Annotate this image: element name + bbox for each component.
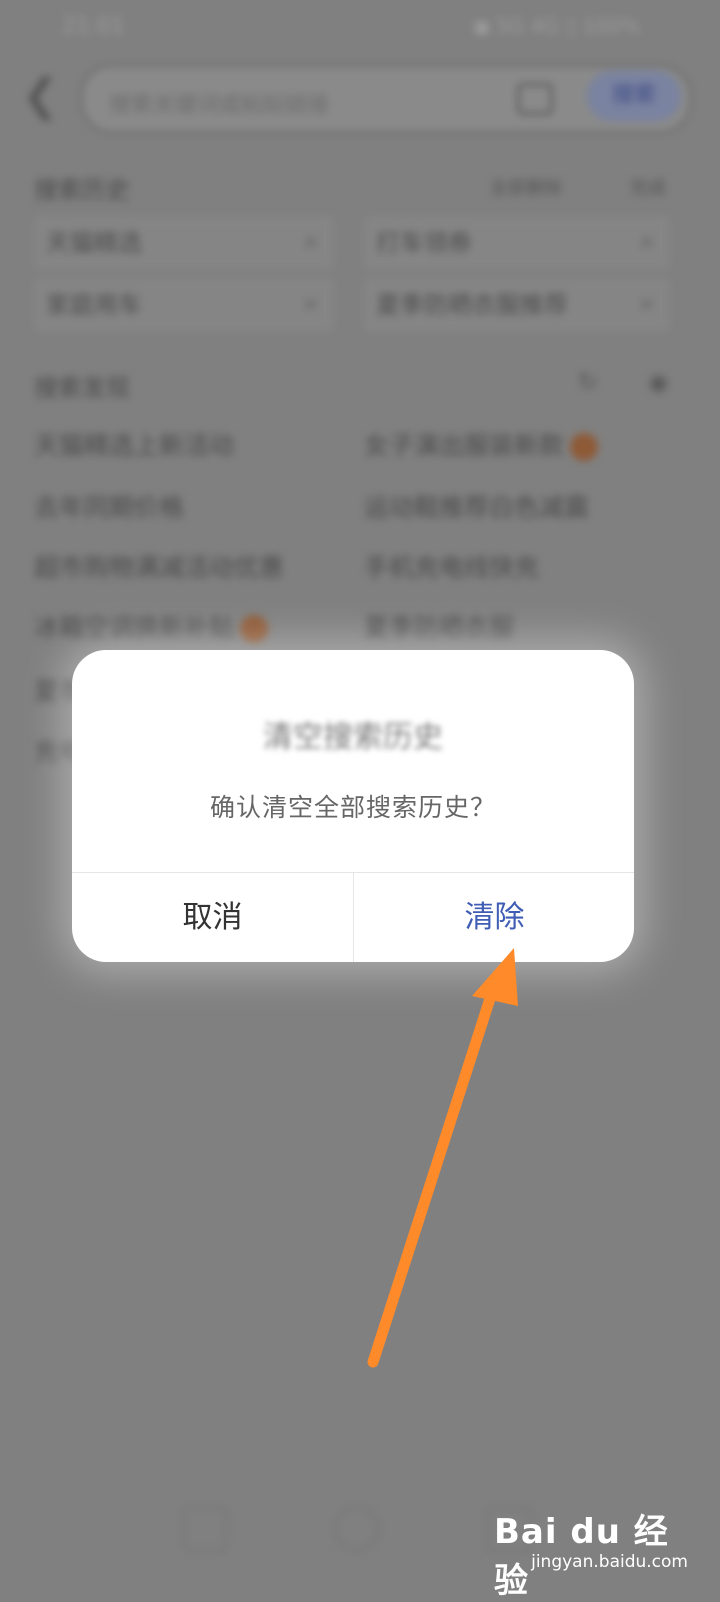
- discover-title: 搜索发现: [34, 374, 130, 402]
- hot-badge: [570, 433, 599, 461]
- discover-item[interactable]: 手机充电线快充: [364, 548, 539, 584]
- close-icon[interactable]: ×: [302, 278, 320, 332]
- discover-item-label: 冰箱空调换新补贴: [34, 613, 235, 642]
- history-chip[interactable]: 夏季防晒衣服推荐 ×: [364, 278, 670, 332]
- clear-history-dialog: 清空搜索历史 确认清空全部搜索历史？ 取消 清除: [72, 650, 634, 962]
- clear-all-history-button[interactable]: 全部删除: [490, 174, 562, 200]
- history-chip-label: 家庭用车: [46, 291, 142, 319]
- camera-icon[interactable]: [517, 83, 553, 115]
- done-button[interactable]: 完成: [630, 174, 666, 200]
- clear-confirm-button[interactable]: 清除: [354, 873, 634, 962]
- cancel-button[interactable]: 取消: [72, 873, 353, 962]
- dialog-message: 确认清空全部搜索历史？: [209, 793, 496, 822]
- close-icon[interactable]: ×: [302, 216, 320, 270]
- history-chip[interactable]: 家庭用车 ×: [34, 278, 334, 332]
- baidu-watermark: Bai du 经验 jingyan.baidu.com: [494, 1498, 694, 1601]
- home-icon[interactable]: [334, 1506, 380, 1552]
- history-chip[interactable]: 天猫精选 ×: [34, 216, 334, 270]
- search-header: ❮ 搜索关键词或粘贴链接 搜索: [0, 60, 720, 140]
- eye-icon[interactable]: ◉: [648, 368, 669, 396]
- discover-item[interactable]: 夏季防晒衣服: [364, 608, 514, 644]
- chevron-left-icon[interactable]: ❮: [22, 74, 59, 118]
- refresh-icon[interactable]: ↻: [578, 368, 598, 396]
- status-time: 21:01: [62, 14, 126, 39]
- discover-item[interactable]: 去年同期价格: [34, 488, 184, 524]
- search-input[interactable]: 搜索关键词或粘贴链接 搜索: [80, 64, 692, 134]
- history-title: 搜索历史: [34, 176, 130, 204]
- dialog-title: 清空搜索历史: [263, 720, 443, 755]
- watermark-url: jingyan.baidu.com: [531, 1552, 688, 1572]
- hot-badge: [240, 615, 269, 643]
- discover-item[interactable]: 运动鞋推荐白色减震: [364, 488, 589, 524]
- discover-item-label: 女子演出服装新款: [364, 431, 565, 460]
- discover-item[interactable]: 天猫精选上新活动: [34, 426, 234, 462]
- history-chip-label: 夏季防晒衣服推荐: [376, 291, 568, 319]
- history-chip[interactable]: 打车领券 ×: [364, 216, 670, 270]
- history-chip-label: 打车领券: [376, 229, 472, 257]
- close-icon[interactable]: ×: [638, 216, 656, 270]
- history-chip-label: 天猫精选: [46, 229, 142, 257]
- status-bar: 21:01 ◼ 5G 4G ▯ 100%: [0, 10, 720, 40]
- search-placeholder: 搜索关键词或粘贴链接: [109, 93, 330, 118]
- close-icon[interactable]: ×: [638, 278, 656, 332]
- search-button[interactable]: 搜索: [587, 71, 681, 121]
- status-indicators: ◼ 5G 4G ▯ 100%: [473, 14, 640, 38]
- discover-item[interactable]: 冰箱空调换新补贴: [34, 608, 269, 644]
- discover-item[interactable]: 女子演出服装新款: [364, 426, 599, 462]
- recent-apps-icon[interactable]: [182, 1506, 228, 1552]
- discover-item[interactable]: 超市购物满减活动优惠: [34, 548, 284, 584]
